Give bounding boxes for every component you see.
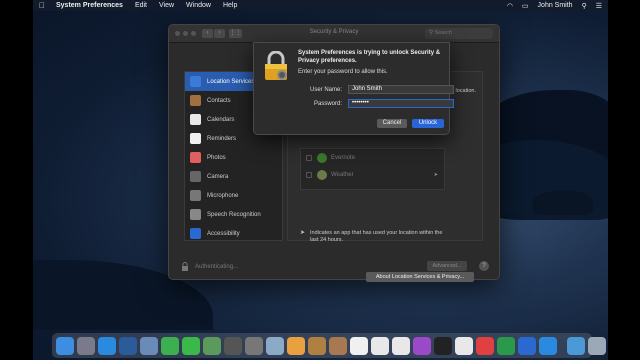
sidebar-item[interactable]: Camera xyxy=(185,167,282,186)
evernote-icon xyxy=(317,152,327,163)
search-field[interactable]: ⚲ Search xyxy=(425,28,493,39)
dock xyxy=(52,333,606,358)
launchpad-icon[interactable] xyxy=(77,336,95,355)
username-label: User Name: xyxy=(309,86,342,93)
indicator-text: Indicates an app that has used your loca… xyxy=(310,230,443,243)
menu-edit[interactable]: Edit xyxy=(135,2,147,9)
tv-icon[interactable] xyxy=(434,336,452,355)
user-menu[interactable]: John Smith xyxy=(538,2,573,9)
battery-icon[interactable]: ▭ xyxy=(522,2,529,10)
search-icon[interactable]: ⚲ xyxy=(582,2,587,10)
unlock-dialog: System Preferences is trying to unlock S… xyxy=(253,42,454,135)
menu-app-name[interactable]: System Preferences xyxy=(56,2,123,9)
app-name: Weather xyxy=(331,171,354,178)
preview-icon[interactable] xyxy=(266,336,284,355)
indicator-legend: ➤ Indicates an app that has used your lo… xyxy=(300,230,450,244)
lock-icon[interactable] xyxy=(181,262,189,271)
menu-view[interactable]: View xyxy=(159,2,174,9)
maps-icon[interactable] xyxy=(203,336,221,355)
microphone-icon xyxy=(190,190,201,201)
downloads-folder-icon[interactable] xyxy=(567,336,585,355)
location-arrow-icon: ➤ xyxy=(433,171,438,178)
about-location-button[interactable]: About Location Services & Privacy... xyxy=(366,272,474,282)
password-field[interactable]: •••••••• xyxy=(348,99,454,108)
sidebar-item[interactable]: Microphone xyxy=(185,186,282,205)
apple-menu-icon[interactable]:  xyxy=(39,1,48,10)
camera-icon xyxy=(190,171,201,182)
contacts-icon xyxy=(190,95,201,106)
app-checkbox[interactable] xyxy=(306,154,312,161)
cancel-button[interactable]: Cancel xyxy=(377,119,407,128)
sidebar-item-label: Calendars xyxy=(207,116,235,123)
numbers-icon[interactable] xyxy=(497,336,515,355)
sidebar-item-label: Microphone xyxy=(207,192,239,199)
title-bar: ‹ › ⋮⋮ Security & Privacy ⚲ Search xyxy=(169,25,499,43)
unlock-button[interactable]: Unlock xyxy=(412,119,444,128)
safari-icon[interactable] xyxy=(98,336,116,355)
accessibility-icon xyxy=(190,228,201,239)
menu-window[interactable]: Window xyxy=(186,2,211,9)
app-checkbox[interactable] xyxy=(306,171,312,178)
list-item[interactable]: Weather ➤ xyxy=(301,166,444,183)
sidebar-item-label: Contacts xyxy=(207,97,231,104)
settings-icon[interactable] xyxy=(245,336,263,355)
wallpaper-island xyxy=(533,190,593,215)
chrome-icon[interactable] xyxy=(119,336,137,355)
facetime-icon[interactable] xyxy=(161,336,179,355)
sidebar-item[interactable]: Photos xyxy=(185,148,282,167)
mission-control-icon[interactable] xyxy=(224,336,242,355)
photos-icon[interactable] xyxy=(287,336,305,355)
finder-icon[interactable] xyxy=(56,336,74,355)
dialog-title: System Preferences is trying to unlock S… xyxy=(298,50,441,64)
sidebar-item[interactable]: Speech Recognition xyxy=(185,205,282,224)
menu-bar:  System Preferences Edit View Window He… xyxy=(33,0,608,11)
calendar-icon[interactable] xyxy=(350,336,368,355)
calendar-icon xyxy=(190,114,201,125)
username-field[interactable]: John Smith xyxy=(348,85,454,94)
news2-icon[interactable] xyxy=(476,336,494,355)
app-store-icon[interactable] xyxy=(539,336,557,355)
sidebar-item-label: Accessibility xyxy=(207,230,240,237)
trash-icon[interactable] xyxy=(588,336,606,355)
notes-icon[interactable] xyxy=(308,336,326,355)
sidebar-item-label: Photos xyxy=(207,154,226,161)
lock-bar: Authenticating... xyxy=(181,262,238,271)
menu-help[interactable]: Help xyxy=(223,2,237,9)
speech-icon xyxy=(190,209,201,220)
photos-icon xyxy=(190,152,201,163)
contacts-icon[interactable] xyxy=(329,336,347,355)
desktop:  System Preferences Edit View Window He… xyxy=(33,0,608,360)
sidebar-item-label: Camera xyxy=(207,173,229,180)
podcasts-icon[interactable] xyxy=(413,336,431,355)
location-icon xyxy=(190,76,201,87)
username-row: User Name: John Smith xyxy=(298,85,454,94)
weather-icon xyxy=(317,169,327,180)
sidebar-item[interactable]: Accessibility xyxy=(185,224,282,243)
sidebar-item-label: Speech Recognition xyxy=(207,211,261,218)
messages-icon[interactable] xyxy=(182,336,200,355)
password-row: Password: •••••••• xyxy=(298,99,454,108)
lock-status: Authenticating... xyxy=(195,263,239,270)
wifi-icon[interactable]: ◠ xyxy=(507,2,513,10)
list-item[interactable]: Evernote xyxy=(301,149,444,166)
password-label: Password: xyxy=(313,100,342,107)
dialog-message: Enter your password to allow this. xyxy=(298,69,388,75)
search-placeholder: Search xyxy=(434,30,452,36)
keynote-icon[interactable] xyxy=(518,336,536,355)
advanced-button[interactable]: Advanced... xyxy=(427,261,467,271)
lock-icon xyxy=(265,51,287,80)
sidebar-item-label: Location Services xyxy=(207,78,255,85)
reminders-icon xyxy=(190,133,201,144)
app-list: Evernote Weather ➤ xyxy=(300,148,445,190)
mail-icon[interactable] xyxy=(140,336,158,355)
control-center-icon[interactable]: ☰ xyxy=(596,2,602,10)
news-icon[interactable] xyxy=(455,336,473,355)
reminders-icon[interactable] xyxy=(371,336,389,355)
help-button[interactable]: ? xyxy=(479,261,489,271)
location-arrow-icon: ➤ xyxy=(300,230,306,236)
music-icon[interactable] xyxy=(392,336,410,355)
location-note: location. xyxy=(455,88,477,94)
sidebar-item-label: Reminders xyxy=(207,135,237,142)
app-name: Evernote xyxy=(331,154,356,161)
